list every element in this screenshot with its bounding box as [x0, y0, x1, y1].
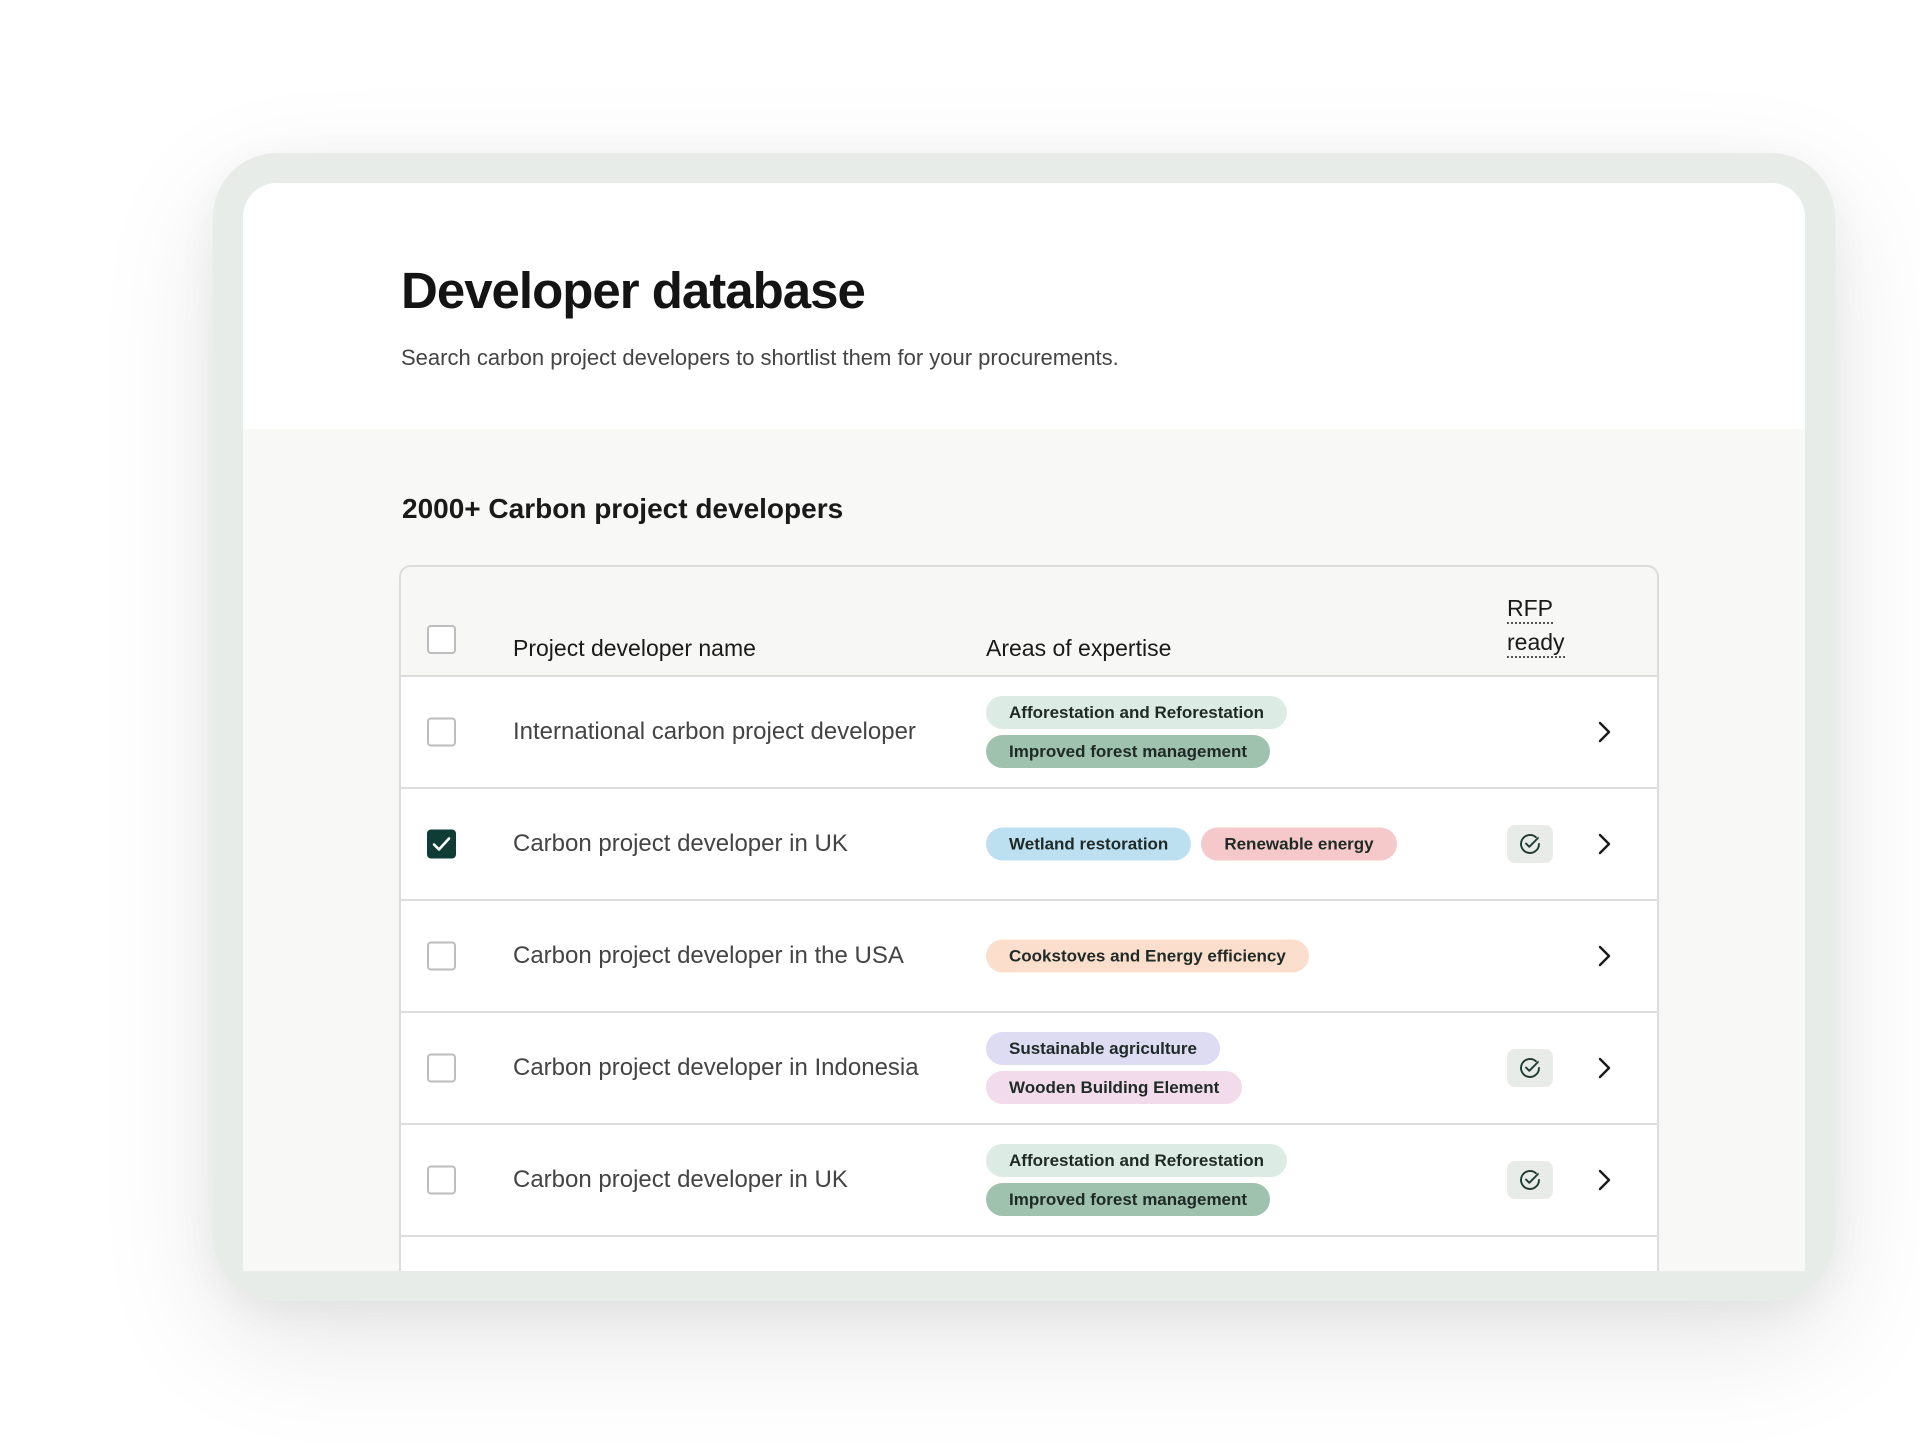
row-checkbox[interactable] — [427, 1165, 456, 1195]
table-row[interactable]: International carbon project developer Af… — [401, 677, 1657, 789]
expertise-tag: Improved forest management — [986, 1183, 1271, 1216]
table-header: Project developer name Areas of expertis… — [401, 567, 1657, 677]
chevron-right-icon[interactable] — [1594, 944, 1614, 968]
row-checkbox[interactable] — [427, 941, 456, 971]
rfp-ready-badge — [1507, 1161, 1553, 1199]
select-all-checkbox[interactable] — [427, 625, 456, 654]
expertise-tag: Improved forest management — [986, 735, 1271, 768]
table-row[interactable]: Carbon project developer in Indonesia Sus… — [401, 1013, 1657, 1125]
column-header-rfp[interactable]: RFP ready — [1507, 591, 1565, 659]
expertise-tags: Afforestation and Reforestation Improved … — [986, 696, 1288, 768]
column-header-areas[interactable]: Areas of expertise — [986, 635, 1171, 662]
developer-name[interactable]: Carbon project developer in UK — [513, 830, 848, 858]
check-circle-icon — [1520, 1058, 1540, 1078]
app-screen: Developer database Search carbon project… — [243, 183, 1805, 1271]
page-subtitle: Search carbon project developers to shor… — [401, 345, 1119, 370]
row-checkbox[interactable] — [427, 1053, 456, 1083]
page-title: Developer database — [401, 262, 866, 319]
developer-name[interactable]: International carbon project developer — [513, 718, 916, 746]
table-body: International carbon project developer Af… — [401, 677, 1657, 1271]
device-frame: Developer database Search carbon project… — [213, 153, 1835, 1301]
section-title: 2000+ Carbon project developers — [402, 493, 844, 524]
table-row[interactable]: Carbon project developer in UK Wetland re… — [401, 789, 1657, 901]
rfp-ready-badge — [1507, 825, 1553, 863]
chevron-right-icon[interactable] — [1594, 832, 1614, 856]
expertise-tags: Wetland restoration Renewable energy — [986, 827, 1397, 861]
developer-name[interactable]: Carbon project developer in UK — [513, 1166, 848, 1194]
table-row — [401, 1237, 1657, 1271]
rfp-header-line2: ready — [1507, 628, 1565, 658]
check-circle-icon — [1520, 834, 1540, 854]
expertise-tags: Sustainable agriculture Wooden Building E… — [986, 1032, 1243, 1104]
chevron-right-icon[interactable] — [1594, 1168, 1614, 1192]
page-header: Developer database Search carbon project… — [243, 183, 1805, 429]
developer-table: Project developer name Areas of expertis… — [399, 565, 1659, 1271]
column-header-name[interactable]: Project developer name — [513, 635, 756, 662]
expertise-tag: Renewable energy — [1201, 827, 1397, 861]
expertise-tag: Afforestation and Reforestation — [986, 1144, 1288, 1177]
row-checkbox[interactable] — [427, 717, 456, 747]
developer-name[interactable]: Carbon project developer in Indonesia — [513, 1054, 919, 1082]
chevron-right-icon[interactable] — [1594, 720, 1614, 744]
expertise-tags: Afforestation and Reforestation Improved … — [986, 1144, 1288, 1216]
check-circle-icon — [1520, 1170, 1540, 1190]
row-checkbox[interactable] — [427, 829, 456, 859]
developer-name[interactable]: Carbon project developer in the USA — [513, 942, 904, 970]
expertise-tag: Cookstoves and Energy efficiency — [986, 939, 1309, 973]
rfp-ready-badge — [1507, 1049, 1553, 1087]
table-row[interactable]: Carbon project developer in UK Afforestat… — [401, 1125, 1657, 1237]
expertise-tag: Wooden Building Element — [986, 1071, 1243, 1104]
table-row[interactable]: Carbon project developer in the USA Cooks… — [401, 901, 1657, 1013]
expertise-tag: Wetland restoration — [986, 827, 1192, 861]
chevron-right-icon[interactable] — [1594, 1056, 1614, 1080]
expertise-tag: Afforestation and Reforestation — [986, 696, 1288, 729]
checkmark-icon — [432, 837, 451, 851]
expertise-tags: Cookstoves and Energy efficiency — [986, 939, 1309, 973]
expertise-tag: Sustainable agriculture — [986, 1032, 1220, 1065]
rfp-header-line1: RFP — [1507, 594, 1553, 624]
